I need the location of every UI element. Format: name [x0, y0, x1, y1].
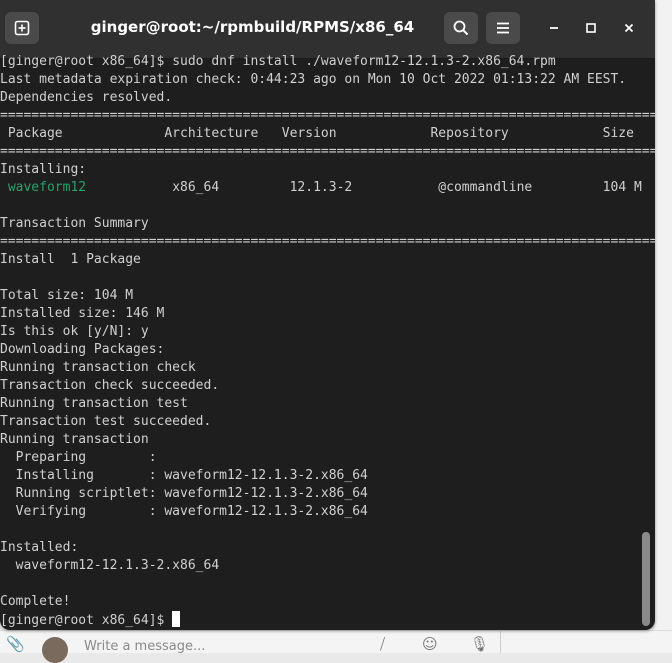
running-check-line: Running transaction check: [0, 360, 196, 375]
background-chat-bar: 📎 Write a message... ⧸ ☺ 🎙: [0, 630, 672, 663]
command-line: [ginger@root x86_64]$ sudo dnf install .…: [0, 53, 556, 71]
close-icon: [624, 23, 634, 33]
installed-label: Installed:: [0, 540, 79, 555]
running-test-line: Running transaction test: [0, 396, 188, 411]
check-succeeded-line: Transaction check succeeded.: [0, 378, 220, 393]
separator: ========================================…: [0, 144, 655, 159]
window-title: ginger@root:~/rpmbuild/RPMS/x86_64: [90, 18, 415, 36]
step-scriptlet: Running scriptlet: waveform12-12.1.3-2.x…: [15, 486, 368, 501]
final-prompt-line[interactable]: [ginger@root x86_64]$: [0, 611, 181, 629]
package-row: waveform12 x86_64 12.1.3-2 @commandline …: [0, 179, 642, 197]
test-succeeded-line: Transaction test succeeded.: [0, 414, 212, 429]
new-tab-icon: [14, 20, 30, 36]
downloading-line: Downloading Packages:: [0, 342, 165, 357]
avatar: [42, 637, 68, 663]
maximize-icon: [586, 23, 596, 33]
step-verifying: Verifying : waveform12-12.1.3-2.x86_64 1…: [15, 504, 368, 519]
text-cursor: [172, 611, 181, 627]
terminal-window: ginger@root:~/rpmbuild/RPMS/x86_64 [ging…: [0, 0, 655, 630]
separator: ========================================…: [0, 234, 655, 249]
search-icon: [453, 20, 469, 36]
step-preparing: Preparing : 1/1: [15, 450, 157, 465]
separator: ========================================…: [0, 108, 655, 123]
installed-size: Installed size: 146 M: [0, 306, 165, 321]
confirm-line: Is this ok [y/N]: y: [0, 324, 149, 339]
minimize-icon: [550, 27, 558, 29]
scrollbar[interactable]: [642, 532, 650, 626]
complete-line: Complete!: [0, 594, 71, 609]
package-name: waveform12: [7, 180, 87, 195]
microphone-icon[interactable]: 🎙: [470, 635, 489, 653]
minimize-button[interactable]: [537, 12, 571, 44]
maximize-button[interactable]: [574, 12, 608, 44]
running-transaction-line: Running transaction: [0, 432, 149, 447]
background-app-right: [655, 0, 672, 652]
installing-label: Installing:: [0, 162, 87, 177]
command-text: sudo dnf install ./waveform12-12.1.3-2.x…: [172, 54, 556, 69]
title-bar: ginger@root:~/rpmbuild/RPMS/x86_64: [0, 0, 655, 59]
deps-line: Dependencies resolved.: [0, 90, 173, 105]
menu-button[interactable]: [486, 12, 520, 44]
total-size: Total size: 104 M: [0, 288, 134, 303]
step-installing: Installing : waveform12-12.1.3-2.x86_64 …: [15, 468, 368, 483]
slash-command-icon[interactable]: ⧸: [380, 635, 385, 653]
prompt: [ginger@root x86_64]$: [0, 54, 173, 69]
install-count: Install 1 Package: [0, 252, 141, 267]
hamburger-menu-icon: [497, 22, 509, 34]
close-button[interactable]: [612, 12, 646, 44]
attachment-icon[interactable]: 📎: [6, 635, 25, 653]
emoji-icon[interactable]: ☺: [422, 635, 438, 653]
summary-label: Transaction Summary: [0, 216, 149, 231]
table-header: Package Architecture Version Repository …: [0, 126, 634, 141]
divider: [500, 631, 501, 653]
metadata-line: Last metadata expiration check: 0:44:23 …: [0, 72, 627, 87]
terminal-output[interactable]: [ginger@root x86_64]$ sudo dnf install .…: [0, 54, 655, 630]
installed-package: waveform12-12.1.3-2.x86_64: [0, 558, 220, 573]
prompt: [ginger@root x86_64]$: [0, 613, 173, 628]
package-details: x86_64 12.1.3-2 @commandline 104 M: [86, 180, 642, 195]
new-tab-button[interactable]: [5, 12, 39, 44]
search-button[interactable]: [444, 12, 478, 44]
